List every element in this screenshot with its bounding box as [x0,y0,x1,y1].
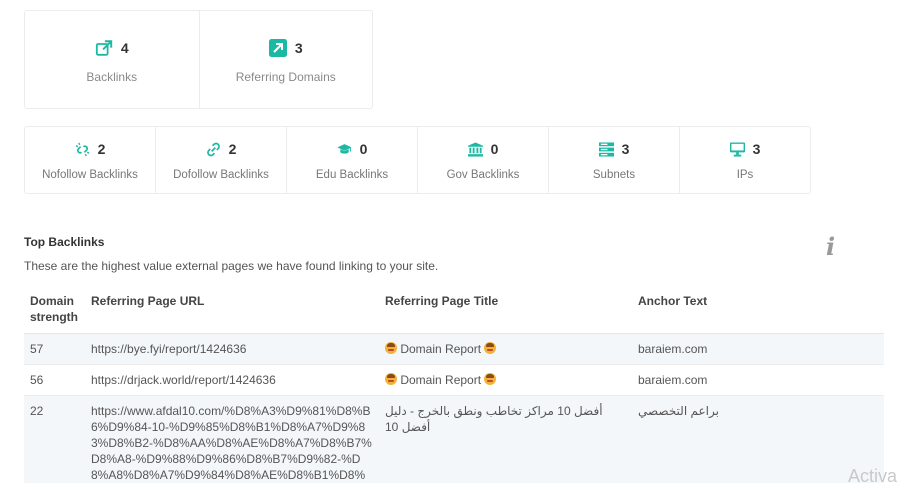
cell-strength: 57 [24,333,85,365]
table-row: 57 https://bye.fyi/report/1424636 Domain… [24,333,884,365]
info-icon[interactable]: i [826,232,835,261]
col-domain-strength[interactable]: Domain strength [24,287,85,334]
external-link-icon [95,39,113,57]
emoji-face-icon [484,373,497,385]
cell-title: أفضل 10 مراكز تخاطب ونطق بالخرج - دليل أ… [379,395,632,483]
top-stats-panel: 4 Backlinks 3 Referring Domains [24,10,373,109]
stat-card-gov: 0 Gov Backlinks [417,127,548,193]
top-backlinks-table: Domain strength Referring Page URL Referr… [24,287,884,483]
cell-url-link[interactable]: https://drjack.world/report/1424636 [85,364,379,396]
backlinks-count: 4 [120,40,129,56]
cell-strength: 56 [24,364,85,396]
stat-card-dofollow: 2 Dofollow Backlinks [155,127,286,193]
unlink-icon [75,142,90,157]
emoji-face-icon [385,373,397,385]
cell-strength: 22 [24,395,85,483]
edu-count: 0 [359,141,368,157]
desktop-icon [729,141,745,157]
dofollow-label: Dofollow Backlinks [173,169,269,181]
table-header-row: Domain strength Referring Page URL Referr… [24,287,884,334]
referring-domains-count: 3 [294,40,303,56]
gov-label: Gov Backlinks [446,169,520,181]
server-icon [598,141,614,157]
table-row: 22 https://www.afdal10.com/%D8%A3%D9%81%… [24,395,884,483]
referring-domains-label: Referring Domains [235,70,336,84]
stat-card-nofollow: 2 Nofollow Backlinks [25,127,155,193]
col-referring-page-url[interactable]: Referring Page URL [85,287,379,334]
cell-title: Domain Report [379,333,632,365]
edu-label: Edu Backlinks [315,169,389,181]
ips-count: 3 [752,141,761,157]
stat-card-subnets: 3 Subnets [548,127,679,193]
subnets-label: Subnets [592,169,636,181]
col-referring-page-title[interactable]: Referring Page Title [379,287,632,334]
cell-anchor: baraiem.com [632,333,884,365]
nofollow-count: 2 [97,141,106,157]
backlinks-label: Backlinks [86,70,138,84]
subnets-count: 3 [621,141,630,157]
cell-anchor: baraiem.com [632,364,884,396]
stat-card-referring-domains: 3 Referring Domains [198,11,373,108]
activation-watermark: Activa [848,466,898,483]
emoji-face-icon [385,342,397,354]
graduation-cap-icon [337,142,352,157]
cell-url-link[interactable]: https://www.afdal10.com/%D8%A3%D9%81%D8%… [85,395,379,483]
col-anchor-text[interactable]: Anchor Text [632,287,884,334]
stat-card-backlinks: 4 Backlinks [25,11,199,108]
dofollow-count: 2 [228,141,237,157]
ips-label: IPs [736,169,754,181]
stat-card-ips: 3 IPs [679,127,810,193]
stat-card-edu: 0 Edu Backlinks [286,127,417,193]
section-title: Top Backlinks [24,235,105,249]
arrow-up-right-square-icon [268,39,287,57]
table-row: 56 https://drjack.world/report/1424636 D… [24,364,884,396]
bank-icon [467,141,483,157]
nofollow-label: Nofollow Backlinks [42,169,138,181]
link-icon [206,142,221,157]
cell-anchor: براعم التخصصي [632,395,884,483]
gov-count: 0 [490,141,499,157]
cell-title: Domain Report [379,364,632,396]
section-description: These are the highest value external pag… [24,259,439,273]
sub-stats-panel: 2 Nofollow Backlinks 2 Dofollow Backlink… [24,126,811,194]
cell-url-link[interactable]: https://bye.fyi/report/1424636 [85,333,379,365]
emoji-face-icon [484,342,497,354]
